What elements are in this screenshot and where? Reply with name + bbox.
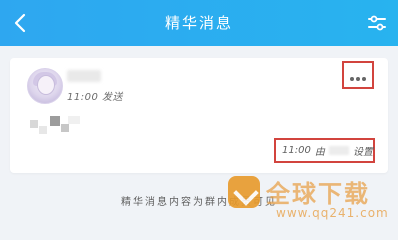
ellipsis-icon (348, 66, 367, 85)
avatar[interactable] (27, 68, 63, 104)
watermark-logo-mark (233, 180, 259, 206)
sliders-icon (368, 15, 386, 31)
redact-block (39, 126, 47, 134)
post-meta: 11:00 发送 (67, 88, 123, 103)
set-time: 11:00 (282, 145, 311, 156)
redact-block (30, 120, 38, 128)
page-title: 精华消息 (164, 14, 233, 32)
watermark-logo-icon (228, 176, 260, 208)
set-action: 设置 (353, 147, 373, 158)
message-content-redacted (30, 116, 80, 136)
post-action: 发送 (102, 92, 124, 103)
avatar-face (37, 75, 55, 95)
post-time: 11:00 (67, 92, 99, 103)
app-header: 精华消息 (0, 0, 398, 46)
more-options-button[interactable] (342, 61, 374, 89)
watermark-url: www.qq241.com (276, 206, 389, 220)
redact-block (50, 116, 60, 126)
watermark-brand: 全球下载 (266, 180, 370, 208)
watermark: 全球下载 www.qq241.com (224, 170, 396, 226)
sender-name-redacted (67, 70, 101, 82)
setter-name-redacted (328, 146, 349, 155)
redact-block (61, 124, 69, 132)
set-info: 11:00 由 设置 (274, 138, 375, 163)
essence-message-card: 11:00 发送 11:00 由 设置 (10, 58, 388, 173)
redact-block (68, 116, 80, 124)
filter-button[interactable] (366, 12, 388, 34)
set-by: 由 (314, 147, 325, 158)
